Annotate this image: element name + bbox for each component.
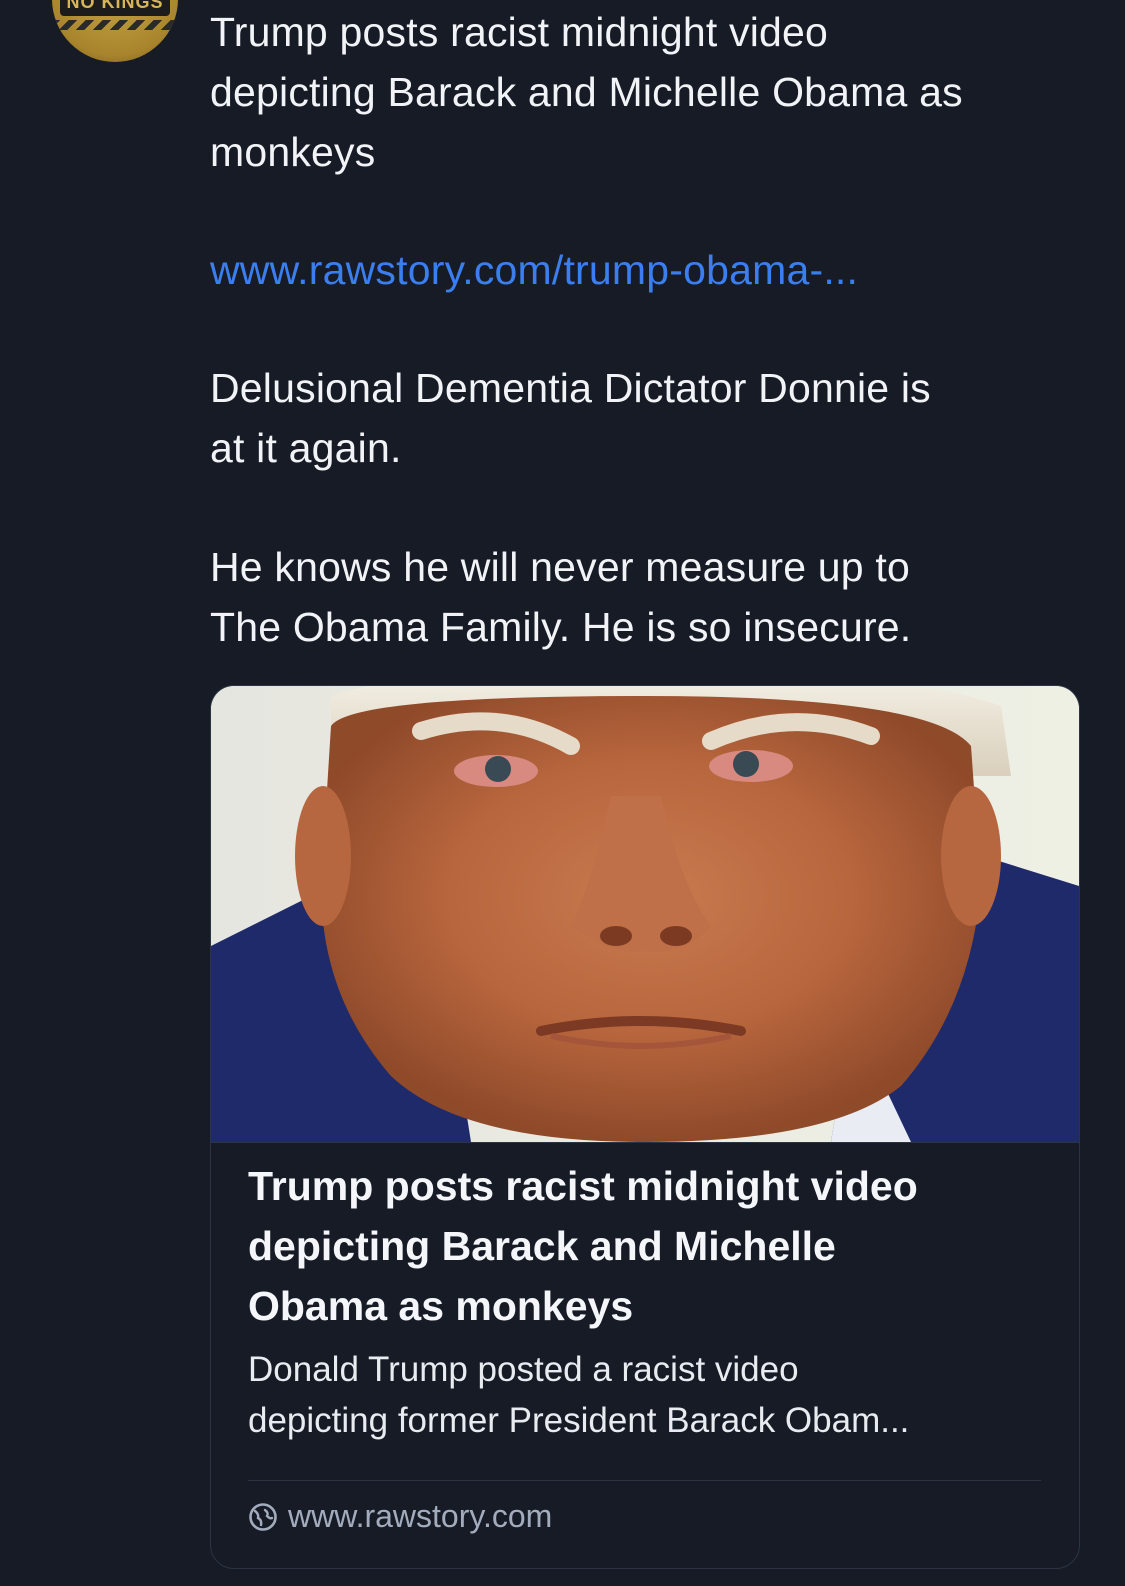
link-preview-description-line: Donald Trump posted a racist video [248, 1350, 799, 1389]
post-text-line: Delusional Dementia Dictator Donnie is [210, 365, 931, 411]
link-preview-title-line: Obama as monkeys [248, 1283, 634, 1329]
card-divider [248, 1480, 1041, 1481]
post-text-line: He knows he will never measure up to [210, 544, 910, 590]
post-title-line: depicting Barack and Michelle Obama as [210, 69, 963, 115]
post-link[interactable]: www.rawstory.com/trump-obama-... [210, 247, 858, 293]
post-text-line: The Obama Family. He is so insecure. [210, 604, 912, 650]
post-paragraph-1: Delusional Dementia Dictator Donnie is a… [210, 358, 1080, 478]
link-preview-domain[interactable]: www.rawstory.com [248, 1498, 552, 1535]
link-preview-domain-text: www.rawstory.com [288, 1498, 553, 1534]
avatar-pattern [52, 20, 178, 30]
link-preview-card[interactable]: Trump posts racist midnight video depict… [210, 685, 1080, 1569]
user-avatar[interactable]: NO KINGS [52, 0, 178, 62]
link-preview-description-line: depicting former President Barack Obam..… [248, 1401, 910, 1440]
link-preview-text: Trump posts racist midnight video depict… [248, 1152, 1048, 1446]
avatar-banner-text: NO KINGS [66, 0, 164, 12]
post-link-paragraph: www.rawstory.com/trump-obama-... [210, 240, 1080, 300]
post-title-line: Trump posts racist midnight video [210, 9, 829, 55]
link-preview-title-line: depicting Barack and Michelle [248, 1223, 836, 1269]
post-title: Trump posts racist midnight video depict… [210, 2, 1080, 182]
post-paragraph-2: He knows he will never measure up to The… [210, 537, 1080, 657]
post-title-line: monkeys [210, 129, 376, 175]
link-preview-title[interactable]: Trump posts racist midnight video depict… [248, 1152, 1048, 1336]
globe-icon [249, 1502, 277, 1531]
link-preview-description: Donald Trump posted a racist video depic… [248, 1344, 1048, 1446]
link-preview-title-line: Trump posts racist midnight video [248, 1163, 918, 1209]
link-preview-image[interactable] [211, 686, 1079, 1143]
portrait-photo [211, 686, 1079, 1142]
post-text-line: at it again. [210, 425, 402, 471]
